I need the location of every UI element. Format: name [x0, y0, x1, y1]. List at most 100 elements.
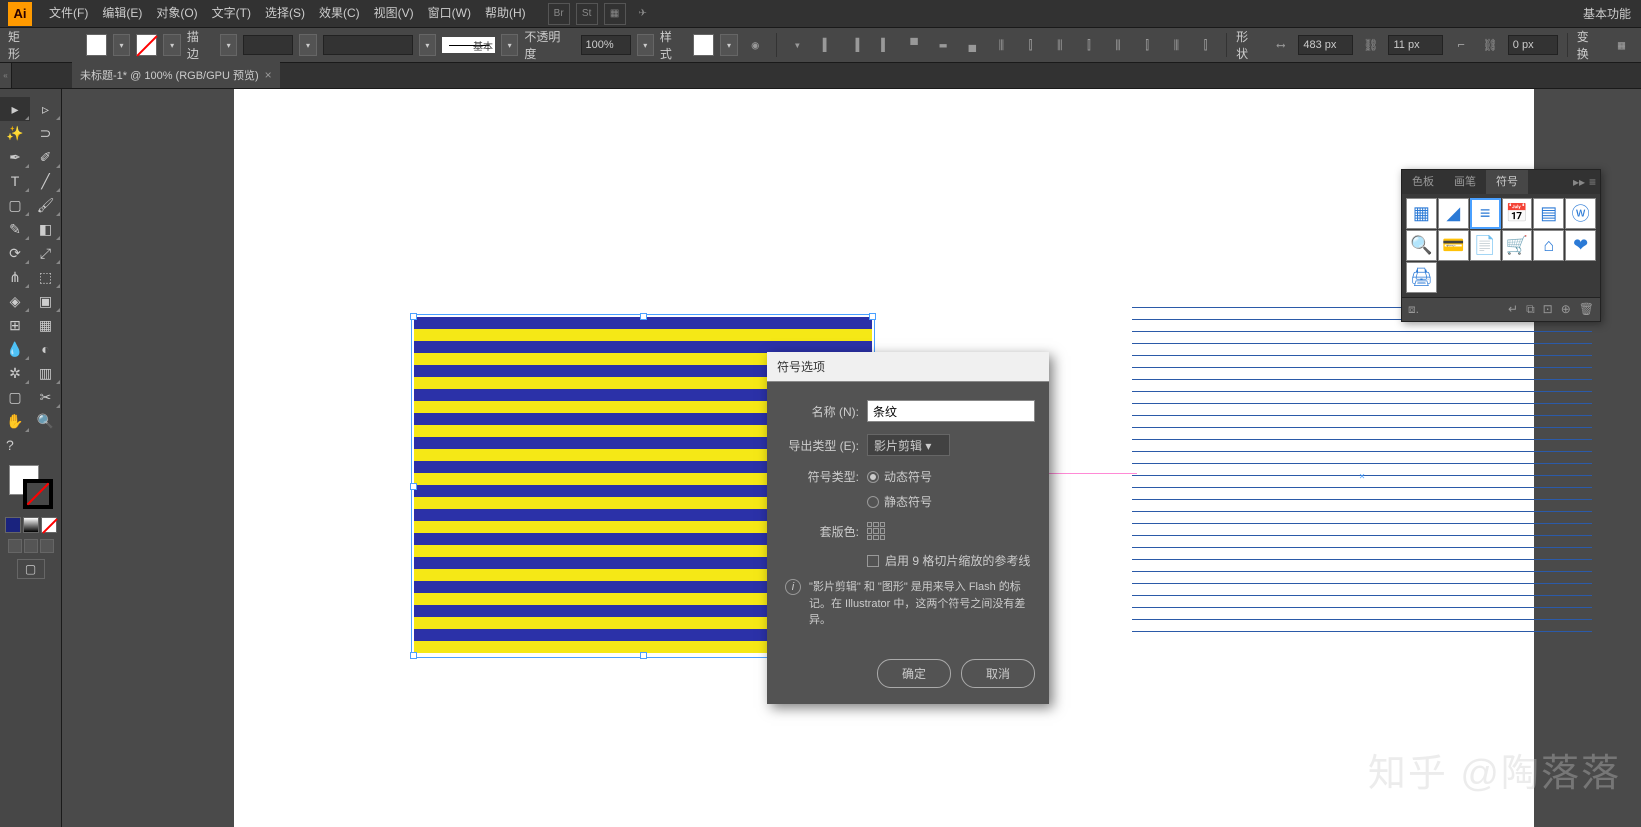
lasso-tool[interactable]: ⊃ [31, 121, 61, 145]
style-swatch[interactable] [693, 34, 714, 56]
selection-handle[interactable] [410, 483, 417, 490]
panel-collapse-icon[interactable]: ▸▸ [1573, 175, 1585, 189]
symbol-item[interactable]: 📄 [1470, 230, 1501, 261]
align-dropdown-icon[interactable]: ▾ [786, 33, 809, 57]
menu-view[interactable]: 视图(V) [367, 0, 421, 27]
symbol-sprayer-tool[interactable]: ✲ [0, 361, 30, 385]
symbol-item[interactable]: 🖨 [1406, 262, 1437, 293]
menu-file[interactable]: 文件(F) [42, 0, 95, 27]
menu-object[interactable]: 对象(O) [149, 0, 204, 27]
corner-type-icon[interactable]: ⌐ [1449, 33, 1472, 57]
spacing-v-icon[interactable]: ⫿ [1194, 33, 1217, 57]
pen-tool[interactable]: ✒ [0, 145, 30, 169]
stroke-weight-dropdown[interactable]: ▾ [220, 34, 237, 56]
curvature-tool[interactable]: ✐ [31, 145, 61, 169]
eraser-tool[interactable]: ◧ [31, 217, 61, 241]
align-right-icon[interactable]: ▌ [873, 33, 896, 57]
align-vcenter-icon[interactable]: ▬ [932, 33, 955, 57]
distribute-v-icon[interactable]: ⫿ [1019, 33, 1042, 57]
panel-toggle-left[interactable]: « [0, 63, 12, 88]
eyedropper-tool[interactable]: 💧 [0, 337, 30, 361]
stroke-swatch[interactable] [136, 34, 157, 56]
close-tab-icon[interactable]: × [265, 68, 272, 82]
align-left-icon[interactable]: ▌ [815, 33, 838, 57]
menu-window[interactable]: 窗口(W) [421, 0, 478, 27]
panel-menu-icon[interactable]: ≡ [1589, 175, 1596, 189]
static-symbol-radio[interactable]: 静态符号 [867, 493, 932, 510]
distribute-h-icon[interactable]: ⫼ [990, 33, 1013, 57]
align-top-icon[interactable]: ▀ [902, 33, 925, 57]
type-tool[interactable]: T [0, 169, 30, 193]
stroke-weight-input[interactable] [243, 35, 293, 55]
symbol-options-icon[interactable]: ⊡ [1543, 302, 1553, 316]
distribute-h3-icon[interactable]: ⫼ [1106, 33, 1129, 57]
document-tab[interactable]: 未标题-1* @ 100% (RGB/GPU 预览) × [72, 62, 280, 88]
symbol-item[interactable]: ≡ [1470, 198, 1501, 229]
symbol-item[interactable]: ⓦ [1565, 198, 1596, 229]
brushes-tab[interactable]: 画笔 [1444, 170, 1486, 194]
tool-tip[interactable]: ? [0, 433, 30, 457]
recolor-icon[interactable]: ◉ [744, 33, 767, 57]
new-symbol-icon[interactable]: ⊕ [1561, 302, 1571, 316]
fill-stroke-swatch[interactable] [9, 465, 53, 509]
fill-dropdown[interactable]: ▾ [113, 34, 130, 56]
slice-tool[interactable]: ✂ [31, 385, 61, 409]
export-type-select[interactable]: 影片剪辑 ▾ [867, 434, 950, 456]
rectangle-tool[interactable]: ▢ [0, 193, 30, 217]
menu-edit[interactable]: 编辑(E) [95, 0, 149, 27]
bridge-icon[interactable]: Br [548, 3, 570, 25]
selection-handle[interactable] [640, 652, 647, 659]
free-transform-tool[interactable]: ⬚ [31, 265, 61, 289]
style-dropdown[interactable]: ▾ [720, 34, 737, 56]
arrange-icon[interactable]: ▦ [604, 3, 626, 25]
draw-normal-icon[interactable] [8, 539, 22, 553]
gpu-icon[interactable]: ✈ [632, 3, 654, 25]
corner-input[interactable] [1508, 35, 1558, 55]
symbol-item[interactable]: 💳 [1438, 230, 1469, 261]
mesh-tool[interactable]: ⊞ [0, 313, 30, 337]
blend-tool[interactable]: ◐ [31, 337, 61, 361]
shaper-tool[interactable]: ✎ [0, 217, 30, 241]
opacity-dropdown[interactable]: ▾ [637, 34, 654, 56]
width-input[interactable] [1298, 35, 1353, 55]
distribute-h2-icon[interactable]: ⫼ [1048, 33, 1071, 57]
ok-button[interactable]: 确定 [877, 659, 951, 688]
selection-handle[interactable] [869, 313, 876, 320]
stroke-weight-stepper[interactable]: ▾ [299, 34, 316, 56]
scale-tool[interactable]: ⤢ [31, 241, 61, 265]
color-mode-solid[interactable] [5, 517, 21, 533]
magic-wand-tool[interactable]: ✨ [0, 121, 30, 145]
zoom-tool[interactable]: 🔍 [31, 409, 61, 433]
symbol-name-input[interactable] [867, 400, 1035, 422]
draw-inside-icon[interactable] [40, 539, 54, 553]
artboard-tool[interactable]: ▢ [0, 385, 30, 409]
symbol-item[interactable]: 🛒 [1502, 230, 1533, 261]
screen-mode-icon[interactable]: ▢ [17, 559, 45, 579]
stroke-color-icon[interactable] [23, 479, 53, 509]
symbols-tab[interactable]: 符号 [1486, 170, 1528, 194]
height-input[interactable] [1388, 35, 1443, 55]
delete-symbol-icon[interactable]: 🗑 [1579, 302, 1594, 316]
symbol-item[interactable]: ❤ [1565, 230, 1596, 261]
distribute-v3-icon[interactable]: ⫿ [1136, 33, 1159, 57]
swatches-tab[interactable]: 色板 [1402, 170, 1444, 194]
symbol-item[interactable]: 📅 [1502, 198, 1533, 229]
align-bottom-icon[interactable]: ▄ [961, 33, 984, 57]
spacing-h-icon[interactable]: ⫼ [1165, 33, 1188, 57]
shape-builder-tool[interactable]: ◈ [0, 289, 30, 313]
draw-behind-icon[interactable] [24, 539, 38, 553]
break-link-icon[interactable]: ⧉ [1526, 302, 1535, 317]
perspective-tool[interactable]: ▣ [31, 289, 61, 313]
symbol-item[interactable]: ◢ [1438, 198, 1469, 229]
stroke-dropdown[interactable]: ▾ [163, 34, 180, 56]
symbol-item[interactable]: ▤ [1533, 198, 1564, 229]
registration-grid[interactable] [867, 522, 885, 540]
line-tool[interactable]: ╱ [31, 169, 61, 193]
direct-selection-tool[interactable]: ▹ [31, 97, 61, 121]
transform-panel-icon[interactable]: ▦ [1610, 33, 1633, 57]
place-symbol-icon[interactable]: ↵ [1508, 302, 1518, 316]
menu-type[interactable]: 文字(T) [205, 0, 258, 27]
rotate-tool[interactable]: ⟳ [0, 241, 30, 265]
color-mode-none[interactable] [41, 517, 57, 533]
corner-link-icon[interactable]: ⛓ [1479, 33, 1502, 57]
